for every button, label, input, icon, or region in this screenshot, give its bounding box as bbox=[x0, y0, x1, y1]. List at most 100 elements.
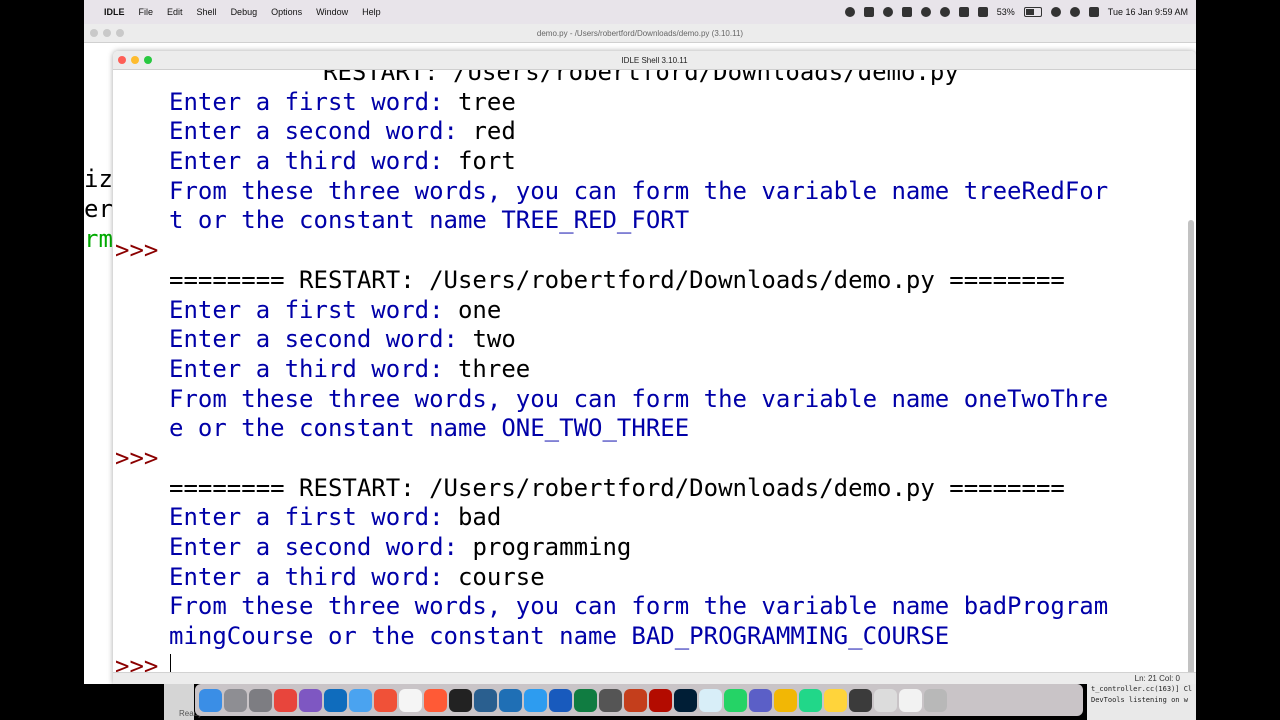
clock[interactable]: Tue 16 Jan 9:59 AM bbox=[1108, 7, 1188, 17]
program-output: Enter a third word: bbox=[169, 354, 458, 383]
status-area: 53% Tue 16 Jan 9:59 AM bbox=[844, 7, 1188, 17]
shell-line-content: Enter a second word: red bbox=[169, 117, 516, 147]
shell-prompt: >>> bbox=[115, 443, 159, 472]
quicktime-icon[interactable] bbox=[849, 688, 872, 712]
shell-line: Enter a first word: bad bbox=[113, 503, 1180, 533]
safari-icon[interactable] bbox=[349, 688, 372, 712]
shell-line-content: Enter a third word: three bbox=[169, 355, 530, 385]
user-input: programming bbox=[472, 533, 632, 561]
cloud-icon[interactable] bbox=[920, 7, 931, 17]
vertical-scrollbar[interactable] bbox=[1188, 220, 1194, 672]
display-icon[interactable] bbox=[958, 7, 969, 17]
menu-edit[interactable]: Edit bbox=[167, 7, 183, 17]
menu-file[interactable]: File bbox=[139, 7, 154, 17]
chrome-icon[interactable] bbox=[274, 688, 297, 712]
eye-icon[interactable] bbox=[882, 7, 893, 17]
zoom-icon[interactable] bbox=[144, 56, 152, 64]
python-launcher-icon[interactable] bbox=[824, 688, 847, 712]
calculator-icon[interactable] bbox=[599, 688, 622, 712]
editor-zoom-icon[interactable] bbox=[116, 29, 124, 37]
program-output: Enter a third word: bbox=[169, 147, 458, 176]
shell-line-content: From these three words, you can form the… bbox=[169, 592, 1108, 622]
shell-line: Enter a first word: one bbox=[113, 296, 1180, 326]
preview-icon[interactable] bbox=[699, 688, 722, 712]
user-input: course bbox=[457, 562, 545, 591]
restart-banner: ======== RESTART: /Users/robertford/Down… bbox=[169, 265, 1065, 294]
shell-prompt: >>> bbox=[115, 236, 159, 265]
wifi-icon[interactable] bbox=[1050, 7, 1061, 17]
menu-extra-icon[interactable] bbox=[977, 7, 988, 17]
program-output: Enter a first word: bbox=[169, 87, 458, 116]
program-output: From these three words, you can form the… bbox=[169, 176, 1109, 205]
shell-text-area[interactable]: RESTART: /Users/robertford/Downloads/dem… bbox=[113, 70, 1196, 672]
shell-line: e or the constant name ONE_TWO_THREE bbox=[113, 414, 1180, 444]
editor-window-controls bbox=[90, 29, 124, 37]
close-icon[interactable] bbox=[118, 56, 126, 64]
program-output: t or the constant name TREE_RED_FORT bbox=[169, 206, 690, 235]
app-status-icon[interactable] bbox=[901, 7, 912, 17]
terminal-line: DevTools listening on w bbox=[1091, 696, 1188, 704]
menu-debug[interactable]: Debug bbox=[231, 7, 258, 17]
app-store-icon[interactable] bbox=[524, 688, 547, 712]
pgadmin-icon[interactable] bbox=[474, 688, 497, 712]
shell-status-bar: Ln: 21 Col: 0 bbox=[113, 672, 1196, 684]
editor-close-icon[interactable] bbox=[90, 29, 98, 37]
battery-icon[interactable] bbox=[1023, 7, 1042, 17]
program-output: Enter a second word: bbox=[169, 533, 473, 561]
outlook-icon[interactable] bbox=[324, 688, 347, 712]
menu-bar: IDLE File Edit Shell Debug Options Windo… bbox=[84, 0, 1196, 24]
screenshot-icon[interactable] bbox=[863, 7, 874, 17]
editor-title: demo.py - /Users/robertford/Downloads/de… bbox=[536, 28, 744, 38]
swift-icon[interactable] bbox=[374, 688, 397, 712]
minimize-icon[interactable] bbox=[131, 56, 139, 64]
battery-percent: 53% bbox=[996, 7, 1015, 17]
shell-line-content: t or the constant name TREE_RED_FORT bbox=[169, 206, 689, 236]
shell-line: Enter a second word: programming bbox=[113, 533, 1180, 563]
terminal-strip: t_controller.cc(163)] Cl DevTools listeni… bbox=[1087, 684, 1196, 720]
whatsapp-icon[interactable] bbox=[724, 688, 747, 712]
vmware-icon[interactable] bbox=[499, 688, 522, 712]
keyboard-icon[interactable] bbox=[899, 688, 922, 712]
shell-line-content: From these three words, you can form the… bbox=[169, 385, 1108, 415]
menu-help[interactable]: Help bbox=[362, 7, 381, 17]
photoshop-icon[interactable] bbox=[674, 688, 697, 712]
shell-line: Enter a second word: two bbox=[113, 325, 1180, 355]
editor-minimize-icon[interactable] bbox=[103, 29, 111, 37]
codepen-icon[interactable] bbox=[424, 688, 447, 712]
shell-output[interactable]: RESTART: /Users/robertford/Downloads/dem… bbox=[113, 70, 1180, 672]
menu-window[interactable]: Window bbox=[316, 7, 348, 17]
shell-line-content: Enter a first word: bad bbox=[169, 503, 501, 533]
pointer-icon[interactable] bbox=[939, 7, 950, 17]
pycharm-icon[interactable] bbox=[799, 688, 822, 712]
program-output: From these three words, you can form the… bbox=[169, 384, 1109, 413]
terminal-icon[interactable] bbox=[449, 688, 472, 712]
chrome-canary-icon[interactable] bbox=[774, 688, 797, 712]
document-icon[interactable] bbox=[874, 688, 897, 712]
record-icon[interactable] bbox=[844, 7, 855, 17]
dock bbox=[195, 684, 1083, 716]
teams-icon[interactable] bbox=[749, 688, 772, 712]
system-settings-icon[interactable] bbox=[249, 688, 272, 712]
trash-icon[interactable] bbox=[924, 688, 947, 712]
app-menu-idle[interactable]: IDLE bbox=[104, 7, 125, 17]
shell-line: t or the constant name TREE_RED_FORT bbox=[113, 206, 1180, 236]
spotlight-search-icon[interactable] bbox=[1069, 7, 1080, 17]
user-input: fort bbox=[457, 147, 516, 176]
idle-shell-window: IDLE Shell 3.10.11 RESTART: /Users/rober… bbox=[113, 51, 1196, 684]
shell-line-content: Enter a second word: two bbox=[169, 325, 516, 355]
github-desktop-icon[interactable] bbox=[299, 688, 322, 712]
program-output: Enter a second word: bbox=[169, 117, 473, 146]
powerpoint-icon[interactable] bbox=[624, 688, 647, 712]
finder-icon[interactable] bbox=[199, 688, 222, 712]
menu-options[interactable]: Options bbox=[271, 7, 302, 17]
word-icon[interactable] bbox=[549, 688, 572, 712]
textedit-icon[interactable] bbox=[399, 688, 422, 712]
launchpad-icon[interactable] bbox=[224, 688, 247, 712]
program-output: mingCourse or the constant name BAD_PROG… bbox=[169, 622, 950, 651]
shell-line: Enter a second word: red bbox=[113, 117, 1180, 147]
control-center-icon[interactable] bbox=[1088, 7, 1099, 17]
excel-icon[interactable] bbox=[574, 688, 597, 712]
shell-line-content: Enter a first word: tree bbox=[169, 88, 516, 118]
menu-shell[interactable]: Shell bbox=[197, 7, 217, 17]
acrobat-icon[interactable] bbox=[649, 688, 672, 712]
